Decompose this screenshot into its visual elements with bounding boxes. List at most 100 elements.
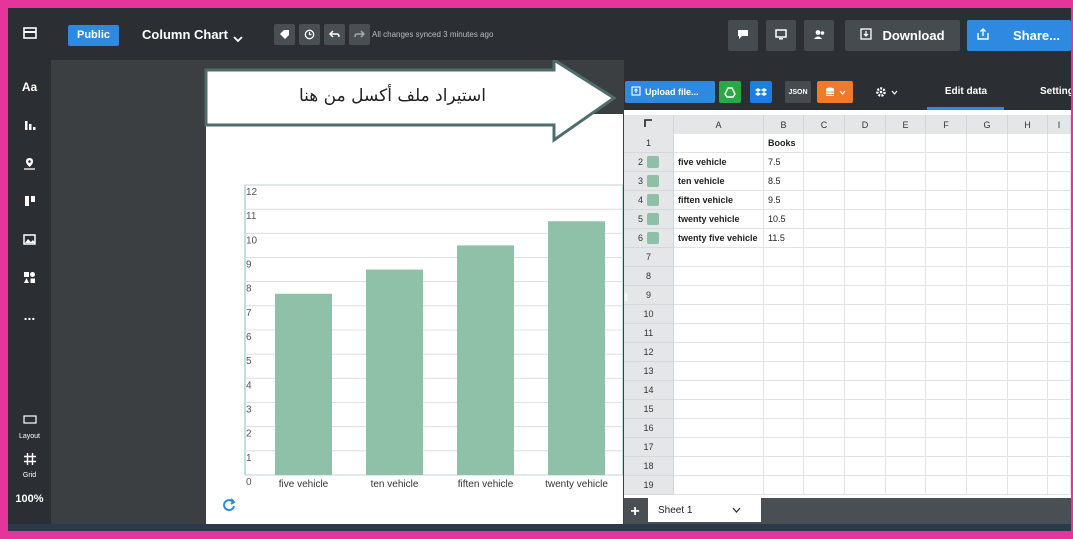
grid-cell[interactable] bbox=[967, 476, 1008, 495]
row-number[interactable]: 2 bbox=[624, 153, 674, 172]
grid-cell[interactable] bbox=[926, 210, 967, 229]
grid-cell[interactable] bbox=[804, 362, 845, 381]
grid-cell[interactable] bbox=[674, 343, 764, 362]
grid-cell[interactable] bbox=[1008, 343, 1048, 362]
grid-cell[interactable] bbox=[674, 381, 764, 400]
grid-cell[interactable] bbox=[845, 229, 886, 248]
grid-cell[interactable] bbox=[804, 457, 845, 476]
grid-cell[interactable] bbox=[804, 324, 845, 343]
grid-cell[interactable] bbox=[1048, 438, 1071, 457]
grid-cell[interactable] bbox=[845, 267, 886, 286]
grid-cell[interactable] bbox=[926, 286, 967, 305]
grid-cell[interactable] bbox=[845, 419, 886, 438]
grid-cell[interactable] bbox=[1048, 210, 1071, 229]
tag-icon[interactable] bbox=[274, 24, 295, 45]
grid-cell[interactable] bbox=[926, 476, 967, 495]
dropbox-icon[interactable] bbox=[750, 81, 772, 103]
grid-cell[interactable] bbox=[886, 438, 926, 457]
grid-cell[interactable] bbox=[926, 400, 967, 419]
map-pin-icon[interactable] bbox=[8, 146, 51, 180]
text-icon[interactable]: Aa bbox=[8, 70, 51, 104]
undo-icon[interactable] bbox=[324, 24, 345, 45]
grid-cell[interactable] bbox=[764, 400, 804, 419]
grid-cell[interactable]: 11.5 bbox=[764, 229, 804, 248]
present-button[interactable] bbox=[766, 20, 796, 51]
grid-cell[interactable]: fiften vehicle bbox=[674, 191, 764, 210]
grid-cell[interactable] bbox=[926, 305, 967, 324]
grid-cell[interactable] bbox=[845, 134, 886, 153]
grid-cell[interactable] bbox=[1008, 210, 1048, 229]
row-number[interactable]: 16 bbox=[624, 419, 674, 438]
grid-cell[interactable] bbox=[926, 191, 967, 210]
grid-cell[interactable]: 8.5 bbox=[764, 172, 804, 191]
columns-icon[interactable] bbox=[8, 184, 51, 218]
grid-cell[interactable] bbox=[1008, 400, 1048, 419]
grid-cell[interactable] bbox=[845, 286, 886, 305]
grid-cell[interactable] bbox=[804, 286, 845, 305]
chart-bar[interactable] bbox=[548, 221, 605, 475]
grid-cell[interactable] bbox=[967, 229, 1008, 248]
grid-cell[interactable] bbox=[804, 172, 845, 191]
chart-bar[interactable] bbox=[366, 269, 423, 475]
gear-icon[interactable] bbox=[868, 81, 904, 103]
grid-cell[interactable] bbox=[967, 343, 1008, 362]
grid-cell[interactable]: Books bbox=[764, 134, 804, 153]
grid-cell[interactable] bbox=[845, 172, 886, 191]
grid-cell[interactable] bbox=[804, 381, 845, 400]
grid-cell[interactable] bbox=[886, 476, 926, 495]
grid-cell[interactable] bbox=[1008, 191, 1048, 210]
grid-cell[interactable] bbox=[845, 457, 886, 476]
google-drive-icon[interactable] bbox=[719, 81, 741, 103]
grid-cell[interactable] bbox=[967, 286, 1008, 305]
grid-cell[interactable] bbox=[926, 419, 967, 438]
grid-cell[interactable] bbox=[886, 267, 926, 286]
grid-cell[interactable]: twenty five vehicle bbox=[674, 229, 764, 248]
grid-cell[interactable] bbox=[926, 229, 967, 248]
grid-cell[interactable] bbox=[967, 267, 1008, 286]
history-icon[interactable] bbox=[299, 24, 320, 45]
grid-cell[interactable] bbox=[804, 153, 845, 172]
grid-cell[interactable] bbox=[804, 438, 845, 457]
column-header[interactable]: C bbox=[804, 115, 845, 134]
shapes-icon[interactable] bbox=[8, 260, 51, 294]
grid-cell[interactable] bbox=[967, 305, 1008, 324]
grid-cell[interactable] bbox=[1008, 153, 1048, 172]
row-number[interactable]: 14 bbox=[624, 381, 674, 400]
grid-cell[interactable] bbox=[845, 400, 886, 419]
grid-cell[interactable] bbox=[926, 343, 967, 362]
grid-cell[interactable] bbox=[1008, 248, 1048, 267]
grid-cell[interactable] bbox=[804, 305, 845, 324]
row-number[interactable]: 6 bbox=[624, 229, 674, 248]
grid-cell[interactable] bbox=[967, 248, 1008, 267]
grid-cell[interactable] bbox=[926, 362, 967, 381]
grid-cell[interactable] bbox=[804, 400, 845, 419]
grid-cell[interactable] bbox=[886, 305, 926, 324]
grid-cell[interactable]: 9.5 bbox=[764, 191, 804, 210]
grid-cell[interactable] bbox=[886, 134, 926, 153]
grid-cell[interactable] bbox=[886, 419, 926, 438]
grid-cell[interactable] bbox=[674, 267, 764, 286]
panel-resize-handle[interactable]: ‖ bbox=[624, 293, 628, 307]
grid-cell[interactable] bbox=[1008, 419, 1048, 438]
grid-cell[interactable] bbox=[1008, 381, 1048, 400]
grid-cell[interactable] bbox=[967, 419, 1008, 438]
grid-cell[interactable] bbox=[886, 153, 926, 172]
series-color-swatch[interactable] bbox=[647, 175, 659, 187]
grid-cell[interactable] bbox=[1008, 324, 1048, 343]
grid-cell[interactable] bbox=[804, 191, 845, 210]
grid-cell[interactable] bbox=[1008, 476, 1048, 495]
upload-file-button[interactable]: Upload file... bbox=[625, 81, 715, 103]
database-icon[interactable] bbox=[817, 81, 853, 103]
grid-cell[interactable] bbox=[764, 419, 804, 438]
grid-cell[interactable] bbox=[674, 457, 764, 476]
grid-cell[interactable] bbox=[674, 324, 764, 343]
grid-cell[interactable] bbox=[1048, 400, 1071, 419]
json-icon[interactable]: JSON bbox=[785, 81, 811, 103]
column-header[interactable]: D bbox=[845, 115, 886, 134]
chevron-down-icon[interactable] bbox=[732, 505, 741, 516]
grid-cell[interactable] bbox=[886, 362, 926, 381]
layout-icon[interactable] bbox=[8, 16, 51, 50]
column-header[interactable]: H bbox=[1008, 115, 1048, 134]
grid-cell[interactable] bbox=[764, 286, 804, 305]
grid-cell[interactable] bbox=[1048, 153, 1071, 172]
